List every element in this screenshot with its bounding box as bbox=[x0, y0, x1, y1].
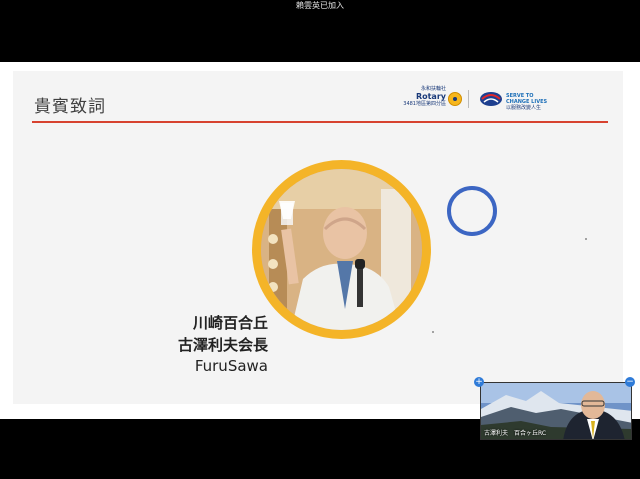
decorative-blue-circle bbox=[447, 186, 497, 236]
slide-title: 貴賓致詞 bbox=[34, 97, 106, 117]
slide-dot bbox=[585, 238, 587, 240]
club-logo-text: 永和扶輪社 Rotary 3481地區第四分區 bbox=[388, 86, 446, 107]
theme-line-3: 以服務改變人生 bbox=[506, 105, 542, 111]
minimize-tile-button[interactable]: − bbox=[625, 377, 635, 387]
join-notification: 賴雲英已加入 bbox=[296, 1, 344, 10]
speaker-romaji: FuruSawa bbox=[194, 357, 268, 375]
serve-to-change-lives-emblem bbox=[480, 92, 502, 106]
district-name: 3481地區第四分區 bbox=[403, 101, 446, 107]
logo-divider bbox=[468, 90, 469, 108]
slide-dot bbox=[432, 331, 434, 333]
theme-text: SERVE TO CHANGE LIVES 以服務改變人生 bbox=[506, 93, 547, 111]
rotary-wordmark: Rotary bbox=[415, 92, 446, 101]
participant-name-label: 古澤利夫 百合ヶ丘RC bbox=[484, 430, 547, 437]
add-participant-button[interactable]: + bbox=[474, 377, 484, 387]
speaker-photo-illustration bbox=[261, 169, 422, 330]
title-divider bbox=[32, 121, 608, 123]
speaker-club: 川崎百合丘 bbox=[192, 314, 268, 332]
rotary-wheel-icon bbox=[448, 92, 462, 106]
speaker-photo bbox=[261, 169, 422, 330]
speaker-name-title: 古澤利夫会長 bbox=[177, 336, 268, 354]
rotary-logo-block: 永和扶輪社 Rotary 3481地區第四分區 SERVE TO CHANGE … bbox=[388, 86, 548, 112]
